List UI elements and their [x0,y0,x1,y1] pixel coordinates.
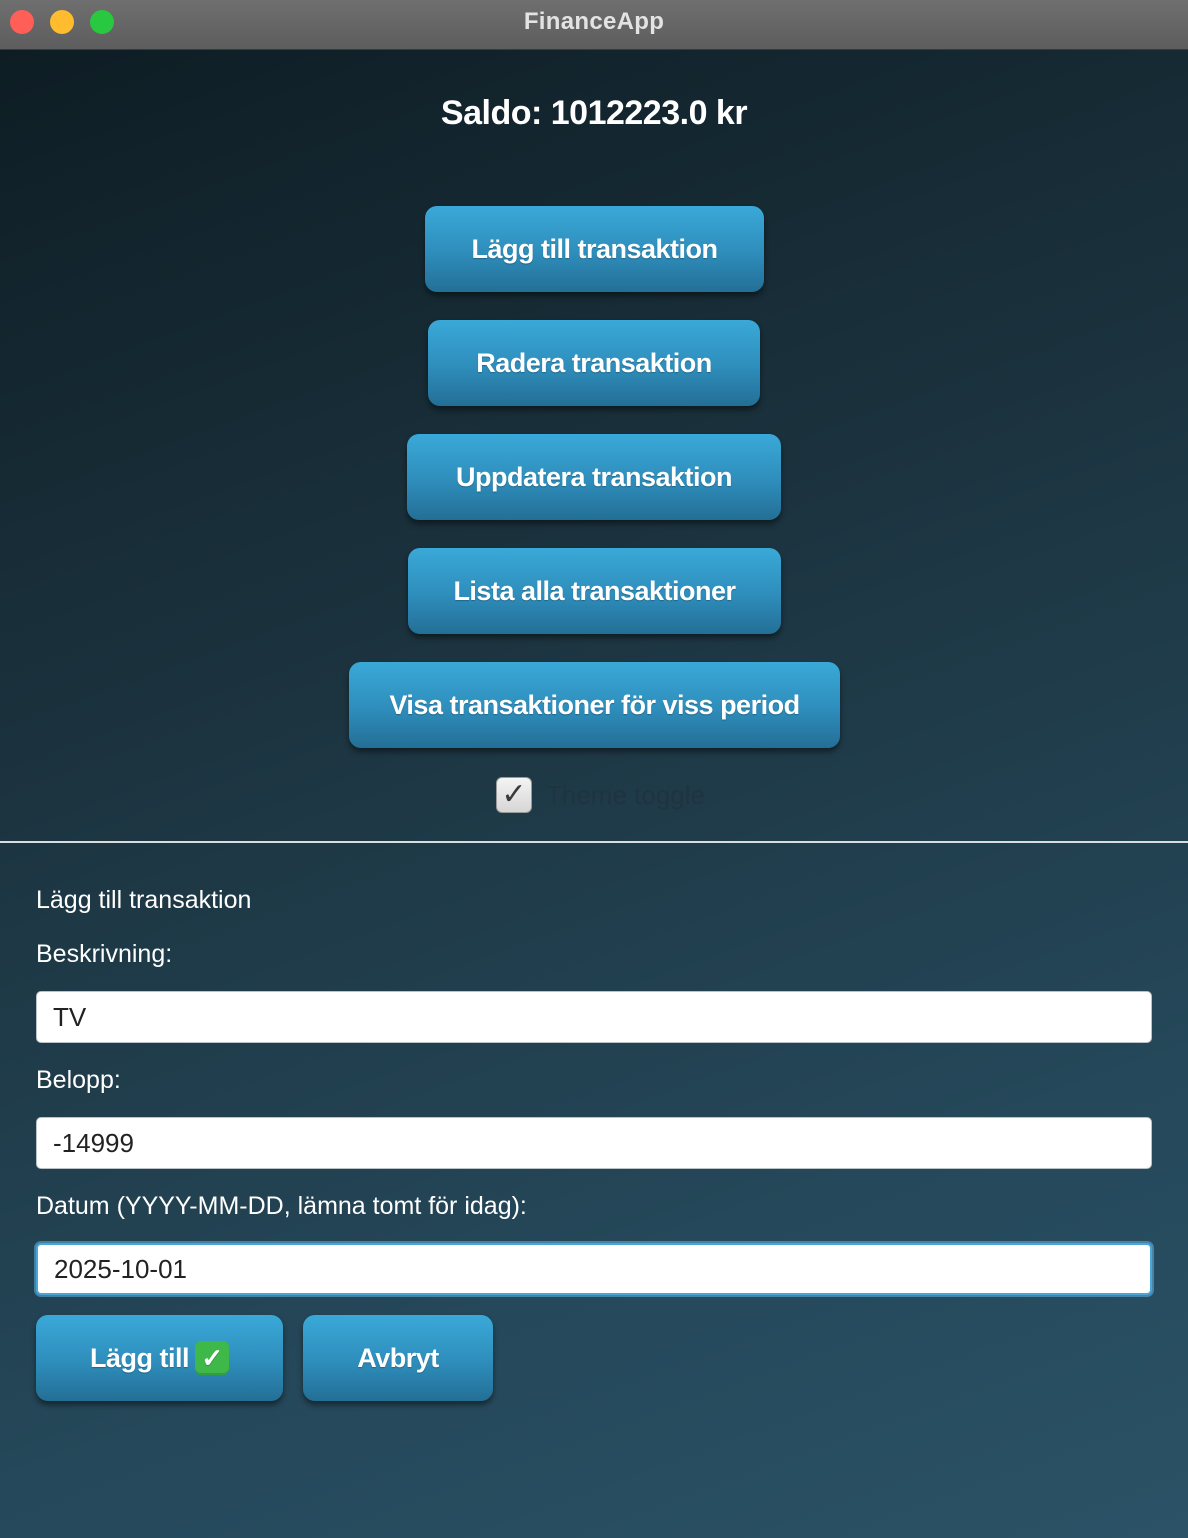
update-transaction-button[interactable]: Uppdatera transaktion [407,434,781,520]
cancel-button[interactable]: Avbryt [303,1315,493,1401]
date-field[interactable] [36,1243,1152,1295]
list-transactions-button[interactable]: Lista alla transaktioner [408,548,781,634]
title-bar: FinanceApp [0,0,1188,50]
description-label: Beskrivning: [36,940,173,968]
delete-transaction-button[interactable]: Radera transaktion [428,320,760,406]
theme-toggle[interactable]: ✓ Theme toggle [496,776,705,814]
section-divider [0,841,1188,843]
main-content: Saldo: 1012223.0 kr Lägg till transaktio… [0,50,1188,1538]
checkmark-icon[interactable]: ✓ [496,777,532,813]
amount-label: Belopp: [36,1066,121,1094]
green-checkmark-icon: ✓ [195,1341,229,1375]
description-field[interactable] [36,991,1152,1043]
theme-toggle-label: Theme toggle [546,779,705,810]
period-transactions-button[interactable]: Visa transaktioner för viss period [349,662,840,748]
add-transaction-button[interactable]: Lägg till transaktion [425,206,764,292]
amount-field[interactable] [36,1117,1152,1169]
date-label: Datum (YYYY-MM-DD, lämna tomt för idag): [36,1192,527,1220]
window-title: FinanceApp [523,8,665,35]
submit-add-button[interactable]: Lägg till ✓ [36,1315,283,1401]
balance-label: Saldo: 1012223.0 kr [440,94,748,132]
form-title: Lägg till transaktion [36,886,252,914]
submit-add-label: Lägg till [90,1342,190,1373]
